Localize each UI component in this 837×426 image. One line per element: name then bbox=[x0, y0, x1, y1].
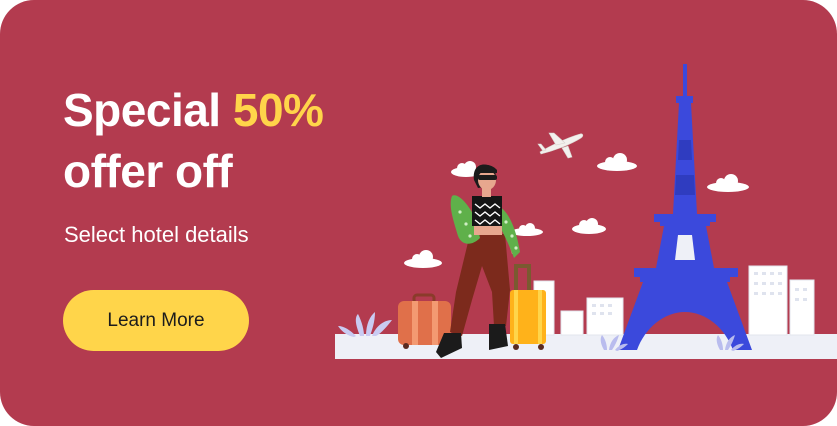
travel-illustration bbox=[335, 64, 837, 359]
promo-banner: Special 50% offer off Select hotel detail… bbox=[0, 0, 837, 426]
cloud-icon bbox=[597, 153, 637, 171]
subtitle: Select hotel details bbox=[64, 222, 249, 247]
airplane-icon bbox=[537, 132, 584, 159]
cloud-icon bbox=[572, 218, 606, 234]
cloud-icon bbox=[404, 250, 442, 268]
headline: Special 50% offer off bbox=[63, 80, 324, 202]
learn-more-button[interactable]: Learn More bbox=[63, 290, 249, 351]
eiffel-tower-icon bbox=[618, 64, 752, 350]
headline-prefix: Special bbox=[63, 84, 221, 136]
plant-icon bbox=[338, 312, 392, 337]
cloud-icon bbox=[707, 174, 749, 192]
headline-suffix: offer off bbox=[63, 145, 233, 197]
headline-highlight: 50% bbox=[232, 84, 324, 136]
suitcase-icon bbox=[510, 264, 546, 350]
